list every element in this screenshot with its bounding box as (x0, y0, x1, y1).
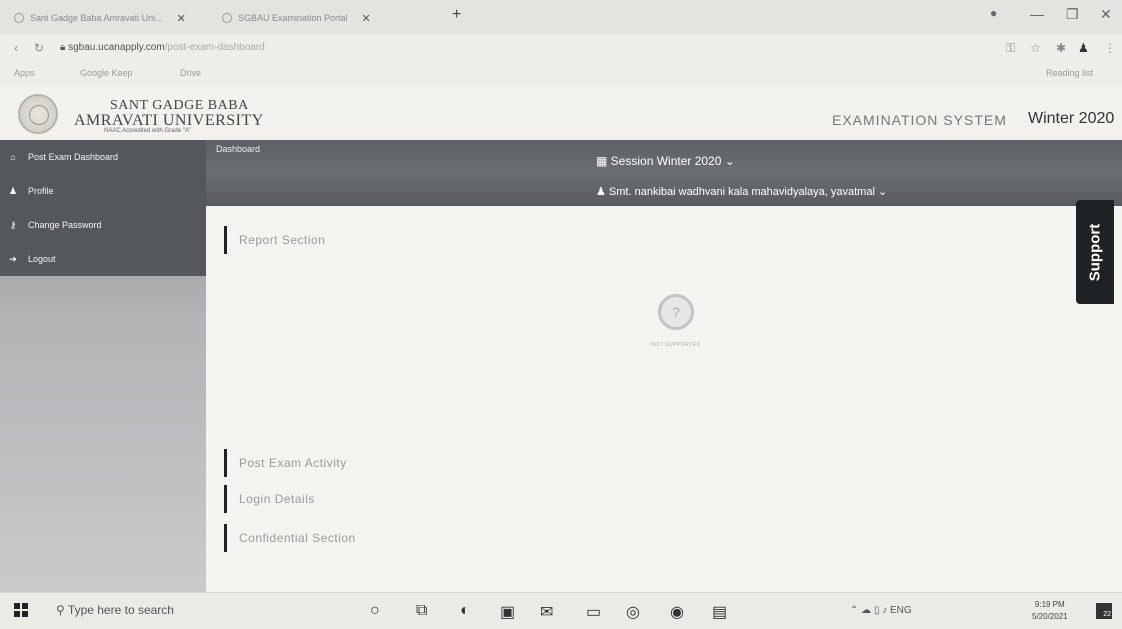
onedrive-icon: ☁ (861, 605, 874, 616)
chevron-down-icon: ⌄ (874, 186, 888, 198)
term-label: Winter 2020 (1028, 110, 1115, 127)
support-button[interactable]: Support (1076, 200, 1114, 304)
tab-title: Sant Gadge Baba Amravati Uni... (30, 13, 163, 23)
college-dropdown[interactable]: ♟ Smt. nankibai wadhvani kala mahavidyal… (596, 185, 887, 198)
login-details-heading[interactable]: Login Details (224, 485, 315, 513)
user-icon: ♟ (8, 185, 18, 196)
tab-favicon-icon (222, 13, 232, 23)
user-icon: ♟ (596, 186, 609, 198)
extensions-icon[interactable]: ✱ (1056, 41, 1066, 55)
new-tab-button[interactable]: + (452, 6, 461, 24)
sidebar-item-logout[interactable]: ➔ Logout (0, 242, 206, 276)
language-indicator: ENG (890, 605, 912, 616)
app-icon[interactable]: ◉ (670, 602, 684, 622)
not-supported-placeholder: ? NOT SUPPORTED (604, 294, 748, 348)
post-exam-activity-heading[interactable]: Post Exam Activity (224, 449, 347, 477)
windows-start-icon[interactable] (14, 603, 28, 617)
bookmarks-bar: Apps Google Keep Drive Reading list (0, 62, 1122, 86)
account-icon[interactable]: ♟ (1078, 41, 1089, 55)
top-info-bar: Dashboard ▦ Session Winter 2020 ⌄ ♟ Smt.… (206, 140, 1122, 206)
bookmark-drive[interactable]: Drive (180, 68, 201, 78)
confidential-section-heading[interactable]: Confidential Section (224, 524, 356, 552)
sidebar-item-profile[interactable]: ♟ Profile (0, 174, 206, 208)
close-window-button[interactable]: ✕ (1100, 6, 1112, 23)
search-icon: ⚲ (56, 603, 68, 617)
chevron-down-icon: ⌄ (721, 154, 735, 168)
calendar-icon: ▦ (596, 154, 611, 168)
report-section-heading[interactable]: Report Section (224, 226, 325, 254)
college-label: Smt. nankibai wadhvani kala mahavidyalay… (608, 186, 875, 198)
task-view-icon[interactable]: ⧉ (416, 602, 427, 620)
edge-icon[interactable]: ◐ (460, 602, 470, 620)
question-icon: ? (658, 294, 694, 330)
url-path: /post-exam-dashboard (164, 42, 265, 53)
sidebar-item-change-password[interactable]: ⚷ Change Password (0, 208, 206, 242)
maximize-button[interactable]: ❐ (1066, 6, 1079, 23)
key-icon[interactable]: ⚿ (1006, 41, 1015, 56)
university-logo (18, 94, 58, 134)
breadcrumb[interactable]: Dashboard (216, 144, 260, 154)
url-field[interactable]: 🔒︎ sgbau.ucanapply.com/post-exam-dashboa… (60, 42, 265, 53)
network-icon: ▯ (873, 605, 883, 616)
cortana-icon[interactable]: ○ (370, 602, 380, 620)
bookmark-keep[interactable]: Google Keep (80, 68, 133, 78)
menu-icon[interactable]: ⋮ (1104, 41, 1116, 55)
profile-icon[interactable]: ● (990, 6, 997, 20)
key-icon: ⚷ (9, 219, 17, 230)
star-icon[interactable]: ☆ (1030, 41, 1041, 55)
notification-center-icon[interactable]: 22 (1096, 603, 1112, 619)
sidebar: ⌂ Post Exam Dashboard ♟ Profile ⚷ Change… (0, 140, 206, 592)
sidebar-item-label: Post Exam Dashboard (28, 152, 119, 162)
address-bar: ‹ ↻ 🔒︎ sgbau.ucanapply.com/post-exam-das… (0, 34, 1122, 62)
reading-list-button[interactable]: Reading list (1046, 68, 1093, 78)
browser-tab-bar: Sant Gadge Baba Amravati Uni... ✕ SGBAU … (0, 0, 1122, 34)
session-dropdown[interactable]: ▦ Session Winter 2020 ⌄ (596, 154, 735, 168)
minimize-button[interactable]: — (1030, 6, 1044, 22)
not-supported-label: NOT SUPPORTED (651, 342, 701, 348)
store-icon[interactable]: ▣ (500, 602, 515, 622)
main-content: Report Section ? NOT SUPPORTED Post Exam… (206, 206, 1122, 592)
site-header: SANT GADGE BABA AMRAVATI UNIVERSITY NAAC… (0, 86, 1122, 140)
browser-tab-2[interactable]: SGBAU Examination Portal ✕ (222, 8, 371, 28)
taskbar-search[interactable]: ⚲ Type here to search (56, 603, 174, 617)
url-host: sgbau.ucanapply.com (68, 42, 165, 53)
clock-time: 9:19 PM (1034, 600, 1065, 609)
logout-icon: ➔ (9, 253, 17, 264)
volume-icon: ♪ (882, 605, 891, 616)
taskbar-clock[interactable]: 9:19 PM 5/20/2021 (1032, 599, 1068, 623)
system-tray[interactable]: ⌃ ☁ ▯ ♪ ENG (850, 605, 912, 616)
search-placeholder: Type here to search (67, 603, 174, 617)
back-icon[interactable]: ‹ (14, 41, 18, 55)
sidebar-item-label: Logout (28, 254, 56, 264)
sidebar-item-post-exam-dashboard[interactable]: ⌂ Post Exam Dashboard (0, 140, 206, 174)
tab-favicon-icon (14, 13, 24, 23)
tab-title: SGBAU Examination Portal (238, 13, 348, 23)
sidebar-item-label: Change Password (28, 220, 102, 230)
word-icon[interactable]: ▤ (712, 602, 727, 622)
bookmark-apps[interactable]: Apps (14, 68, 35, 78)
mail-icon[interactable]: ✉ (540, 602, 553, 622)
accreditation-text: NAAC Accredited with Grade "A" (104, 128, 191, 134)
support-label: Support (1086, 223, 1104, 281)
explorer-icon[interactable]: ▭ (586, 602, 601, 622)
session-label: Session Winter 2020 (610, 154, 722, 168)
chrome-icon[interactable]: ◎ (626, 602, 640, 622)
clock-date: 5/20/2021 (1032, 612, 1068, 621)
windows-taskbar: ⚲ Type here to search ○ ⧉ ◐ ▣ ✉ ▭ ◎ ◉ ▤ … (0, 592, 1122, 629)
notification-count: 22 (1103, 611, 1111, 618)
tray-chevron-icon: ⌃ (850, 605, 862, 616)
reload-icon[interactable]: ↻ (34, 41, 44, 55)
lock-icon: 🔒︎ (60, 42, 69, 53)
close-tab-icon[interactable]: ✕ (362, 12, 371, 25)
sidebar-item-label: Profile (28, 186, 54, 196)
home-icon: ⌂ (10, 152, 16, 162)
close-tab-icon[interactable]: ✕ (177, 12, 186, 25)
exam-system-title: EXAMINATION SYSTEM (832, 112, 1007, 128)
browser-tab-1[interactable]: Sant Gadge Baba Amravati Uni... ✕ (14, 8, 186, 28)
